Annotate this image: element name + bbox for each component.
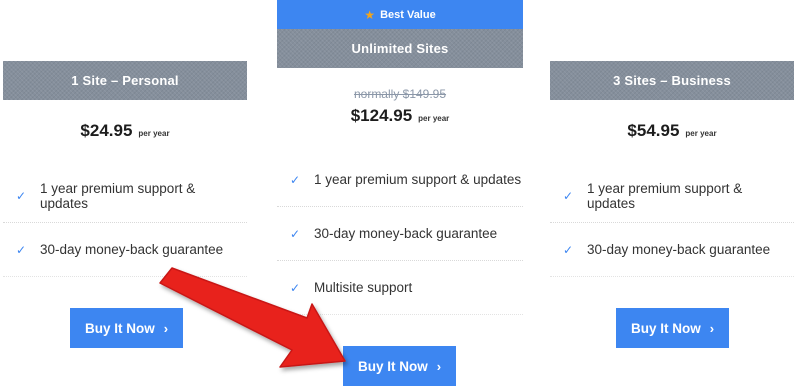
price-row: $54.95 per year — [550, 121, 794, 141]
price-row: $124.95 per year — [277, 106, 523, 126]
feature-label: 1 year premium support & updates — [314, 172, 522, 187]
feature-list: ✓ 1 year premium support & updates ✓ 30-… — [550, 169, 794, 277]
check-icon: ✓ — [16, 242, 27, 257]
feature-label: 30-day money-back guarantee — [40, 242, 224, 257]
feature-label: 30-day money-back guarantee — [587, 242, 771, 257]
feature-label: 1 year premium support & updates — [40, 180, 196, 211]
feature-item: ✓ 1 year premium support & updates — [277, 153, 523, 207]
old-price: normally $149.95 — [353, 87, 447, 101]
chevron-right-icon: › — [709, 320, 715, 336]
feature-item: ✓ 1 year premium support & updates — [550, 169, 794, 223]
check-icon: ✓ — [16, 188, 27, 203]
feature-label: Multisite support — [314, 280, 413, 295]
price-period: per year — [138, 129, 170, 138]
buy-button-label: Buy It Now — [84, 320, 155, 336]
chevron-right-icon: › — [163, 320, 169, 336]
check-icon: ✓ — [290, 226, 301, 241]
buy-button-personal[interactable]: Buy It Now › — [70, 308, 183, 348]
plan-title: 1 Site – Personal — [3, 61, 247, 100]
best-value-badge: ★ Best Value — [277, 0, 523, 29]
feature-list: ✓ 1 year premium support & updates ✓ 30-… — [277, 153, 523, 315]
check-icon: ✓ — [290, 172, 301, 187]
price-row: $24.95 per year — [3, 121, 247, 141]
feature-item: ✓ 30-day money-back guarantee — [3, 223, 247, 277]
price-period: per year — [418, 114, 450, 123]
check-icon: ✓ — [563, 188, 574, 203]
feature-item: ✓ Multisite support — [277, 261, 523, 315]
price: $124.95 — [350, 106, 413, 125]
buy-button-unlimited[interactable]: Buy It Now › — [343, 346, 456, 386]
check-icon: ✓ — [563, 242, 574, 257]
price: $24.95 — [80, 121, 133, 140]
badge-label: Best Value — [380, 8, 436, 21]
price: $54.95 — [627, 121, 680, 140]
feature-item: ✓ 1 year premium support & updates — [3, 169, 247, 223]
check-icon: ✓ — [290, 280, 301, 295]
feature-label: 30-day money-back guarantee — [314, 226, 498, 241]
plan-business: 3 Sites – Business $54.95 per year ✓ 1 y… — [550, 0, 794, 389]
pricing-table: 1 Site – Personal $24.95 per year ✓ 1 ye… — [0, 0, 799, 389]
plan-unlimited: ★ Best Value Unlimited Sites normally $1… — [277, 0, 523, 389]
feature-item: ✓ 30-day money-back guarantee — [277, 207, 523, 261]
price-period: per year — [685, 129, 717, 138]
buy-button-business[interactable]: Buy It Now › — [616, 308, 729, 348]
star-icon: ★ — [364, 7, 376, 22]
plan-title: 3 Sites – Business — [550, 61, 794, 100]
plan-title: Unlimited Sites — [277, 29, 523, 68]
feature-label: 1 year premium support & updates — [587, 180, 743, 211]
chevron-right-icon: › — [436, 358, 442, 374]
feature-item: ✓ 30-day money-back guarantee — [550, 223, 794, 277]
buy-button-label: Buy It Now — [630, 320, 701, 336]
plan-personal: 1 Site – Personal $24.95 per year ✓ 1 ye… — [3, 0, 247, 389]
buy-button-label: Buy It Now — [357, 358, 428, 374]
feature-list: ✓ 1 year premium support & updates ✓ 30-… — [3, 169, 247, 277]
